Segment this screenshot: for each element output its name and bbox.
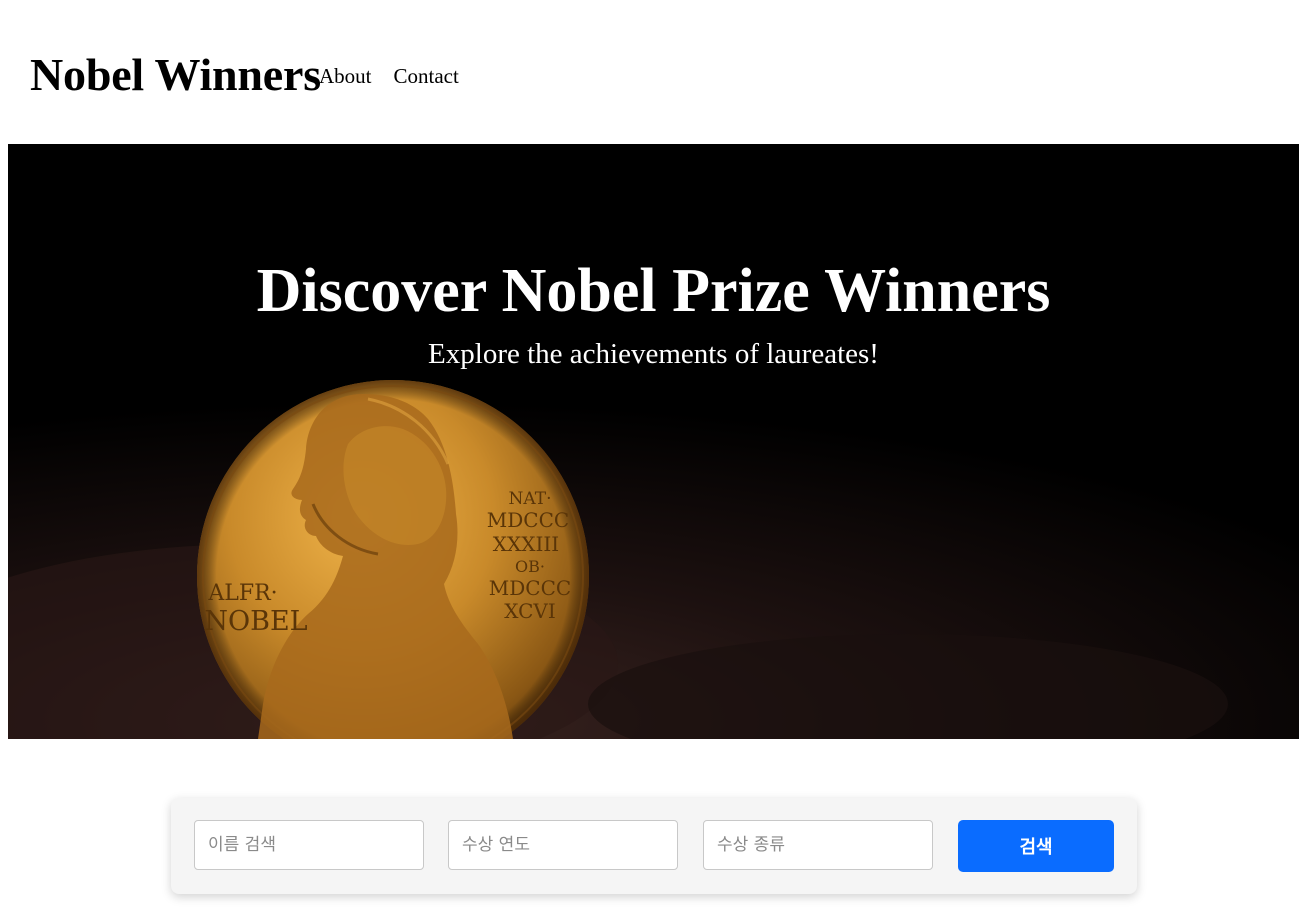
award-category-input[interactable] [703, 820, 933, 870]
award-year-input[interactable] [448, 820, 678, 870]
nav-link-contact[interactable]: Contact [394, 62, 459, 90]
hero-banner: ALFR· NOBEL NAT· MDCCC XXXIII OB· MDCCC … [8, 144, 1299, 739]
hero-title: Discover Nobel Prize Winners [256, 257, 1051, 325]
name-search-input[interactable] [194, 820, 424, 870]
medal-inscription-right-5: MDCCC [489, 576, 571, 600]
medal-inscription-right-1: NAT· [509, 489, 552, 509]
medal-inscription-right-3: XXXIII [493, 532, 559, 556]
hero-subtitle: Explore the achievements of laureates! [428, 338, 879, 370]
nav-link-about[interactable]: About [319, 62, 372, 90]
site-title[interactable]: Nobel Winners [30, 46, 321, 104]
nobel-medal-image: ALFR· NOBEL NAT· MDCCC XXXIII OB· MDCCC … [8, 144, 1299, 739]
medal-inscription-right-2: MDCCC [487, 508, 569, 532]
search-panel: 검색 [171, 798, 1137, 894]
site-header: Nobel Winners About Contact [0, 0, 1305, 144]
medal-inscription-left-1: ALFR· [207, 581, 277, 606]
medal-inscription-right-4: OB· [515, 557, 545, 576]
medal-inscription-right-6: XCVI [504, 599, 556, 623]
main-nav: About Contact [319, 62, 459, 90]
medal-inscription-left-2: NOBEL [204, 606, 307, 637]
search-button[interactable]: 검색 [958, 820, 1114, 872]
